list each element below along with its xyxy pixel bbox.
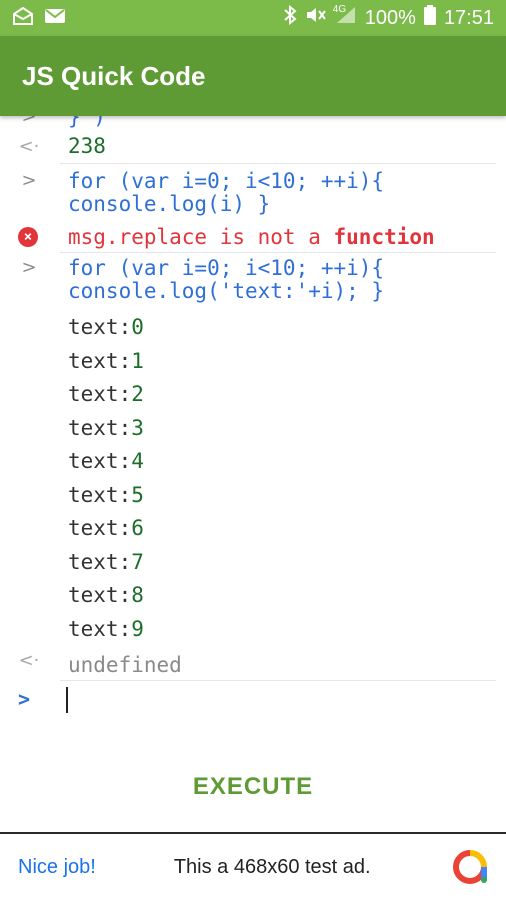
result-value: 238 — [68, 134, 106, 158]
prompt-chevron-icon: > — [18, 687, 31, 711]
input-code-line: console.log('text:'+i); } — [68, 279, 385, 303]
input-code-line: console.log(i) } — [68, 192, 271, 216]
execute-button[interactable]: EXECUTE — [150, 762, 356, 812]
console-input[interactable]: > for (var i=0; i<10; ++i){ console.log(… — [0, 164, 506, 220]
error-keyword: function — [333, 225, 435, 249]
log-line: text:9 — [68, 616, 144, 641]
ad-link[interactable]: Nice job! — [18, 856, 96, 879]
console-output-list: text:0 text:1 text:2 text:3 text:4 text:… — [0, 305, 506, 646]
signal-icon: 4G — [332, 4, 357, 30]
log-line: text:5 — [68, 482, 144, 507]
clock: 17:51 — [443, 6, 494, 29]
input-chevron-icon: > — [21, 170, 37, 191]
input-code-line: for (var i=0; i<10; ++i){ — [68, 256, 385, 280]
battery-percent: 100% — [364, 6, 416, 29]
console-error: × msg.replace is not a function — [0, 220, 506, 252]
bluetooth-icon — [283, 4, 297, 31]
app-title: JS Quick Code — [22, 60, 206, 91]
error-icon: × — [18, 227, 38, 247]
mail-open-icon — [12, 6, 34, 29]
console-result: <· undefined — [0, 646, 506, 680]
battery-icon — [423, 5, 436, 31]
status-bar: 4G 100% 17:51 — [0, 0, 506, 36]
error-text: msg.replace is not a — [68, 225, 334, 249]
log-line: text:1 — [68, 348, 144, 373]
log-line: text:3 — [68, 415, 144, 440]
input-chevron-icon: > — [21, 116, 37, 127]
console-log[interactable]: > } ) <· 238 > for (var i=0; i<10; ++i){… — [0, 116, 506, 752]
log-line: text:8 — [68, 583, 144, 607]
mute-icon — [305, 6, 327, 30]
result-value: undefined — [68, 653, 182, 677]
log-line: text:2 — [68, 382, 144, 406]
input-chevron-icon: > — [21, 257, 37, 278]
console-input[interactable]: > for (var i=0; i<10; ++i){ console.log(… — [0, 253, 506, 305]
log-line: text:0 — [68, 315, 144, 339]
code-input[interactable] — [66, 685, 486, 717]
output-arrow-icon: <· — [18, 650, 40, 671]
app-bar: JS Quick Code — [0, 36, 506, 116]
console-result: <· 238 — [0, 130, 506, 163]
ad-banner[interactable]: Nice job! This a 468x60 test ad. — [0, 832, 506, 900]
output-arrow-icon: <· — [18, 136, 40, 157]
gmail-icon — [44, 8, 66, 28]
prompt-row[interactable]: > — [0, 681, 506, 721]
error-message: msg.replace is not a function — [68, 225, 435, 249]
input-code: } ) — [68, 116, 106, 129]
log-line: text:7 — [68, 549, 144, 574]
ad-text: This a 468x60 test ad. — [173, 855, 371, 878]
admob-logo-icon[interactable] — [452, 849, 488, 885]
log-line: text:4 — [68, 449, 144, 473]
network-type-label: 4G — [332, 4, 347, 15]
input-code-line: for (var i=0; i<10; ++i){ — [68, 169, 385, 193]
log-line: text:6 — [68, 516, 144, 540]
console-entry-partial: > } ) — [0, 116, 506, 129]
